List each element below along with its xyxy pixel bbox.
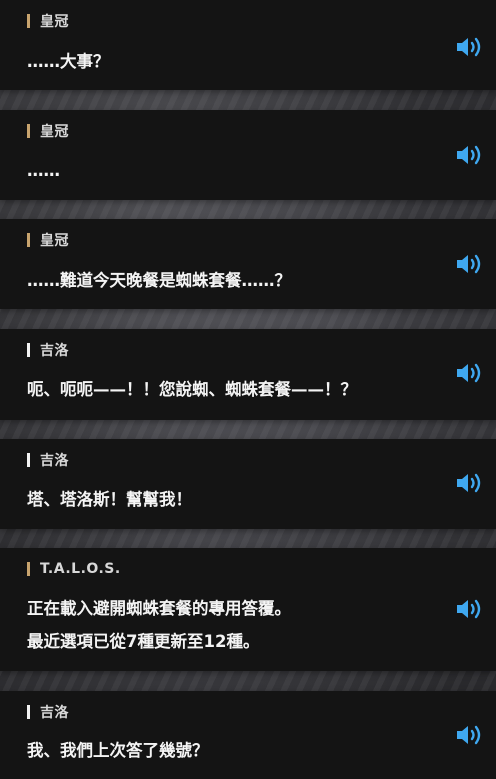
speaker-icon [457, 725, 481, 745]
speaker-name: 吉洛 [40, 705, 69, 721]
speaker-name: 吉洛 [40, 343, 69, 359]
speaker-accent-bar [27, 705, 30, 719]
dialogue-entry: 皇冠 ……難道今天晚餐是蜘蛛套餐……？ [0, 219, 496, 309]
speaker-name: 皇冠 [40, 233, 69, 249]
speaker-icon [457, 37, 481, 57]
speaker-accent-bar [27, 14, 30, 28]
dialogue-line: ……難道今天晚餐是蜘蛛套餐……？ [27, 271, 291, 290]
dialogue-entry: 皇冠 …… [0, 110, 496, 200]
speaker-accent-bar [27, 124, 30, 138]
dialogue-line: 最近選項已從7種更新至12種。 [27, 632, 260, 651]
speaker-icon [457, 473, 481, 493]
speaker-tag: 皇冠 [27, 121, 69, 141]
play-voice-button[interactable] [454, 360, 486, 386]
speaker-icon [457, 599, 481, 619]
speaker-icon [457, 363, 481, 383]
speaker-tag: 吉洛 [27, 702, 69, 722]
speaker-tag: 皇冠 [27, 230, 69, 250]
dialogue-entry: 吉洛 我、我們上次答了幾號？ [0, 691, 496, 779]
dialogue-line: …… [27, 161, 60, 180]
play-voice-button[interactable] [454, 251, 486, 277]
speaker-icon [457, 254, 481, 274]
speaker-accent-bar [27, 453, 30, 467]
speaker-tag: T.A.L.O.S. [27, 559, 121, 579]
speaker-tag: 皇冠 [27, 11, 69, 31]
speaker-name: T.A.L.O.S. [40, 561, 121, 577]
dialogue-line: 呃、呃呃——！！您說蜘、蜘蛛套餐——！？ [27, 380, 357, 399]
speaker-accent-bar [27, 233, 30, 247]
dialogue-entry: T.A.L.O.S. 正在載入避開蜘蛛套餐的專用答覆。 最近選項已從7種更新至1… [0, 548, 496, 671]
play-voice-button[interactable] [454, 470, 486, 496]
dialogue-entry: 皇冠 ……大事？ [0, 0, 496, 90]
speaker-name: 吉洛 [40, 453, 69, 469]
dialogue-line: 我、我們上次答了幾號？ [27, 741, 209, 760]
speaker-accent-bar [27, 562, 30, 576]
dialogue-line: 塔、塔洛斯！幫幫我！ [27, 490, 192, 509]
dialogue-entry: 吉洛 呃、呃呃——！！您說蜘、蜘蛛套餐——！？ [0, 329, 496, 420]
play-voice-button[interactable] [454, 722, 486, 748]
speaker-accent-bar [27, 343, 30, 357]
dialogue-line: 正在載入避開蜘蛛套餐的專用答覆。 [27, 599, 291, 618]
speaker-tag: 吉洛 [27, 450, 69, 470]
speaker-name: 皇冠 [40, 14, 69, 30]
play-voice-button[interactable] [454, 34, 486, 60]
speaker-icon [457, 145, 481, 165]
dialogue-entry: 吉洛 塔、塔洛斯！幫幫我！ [0, 439, 496, 529]
dialogue-line: ……大事？ [27, 52, 110, 71]
play-voice-button[interactable] [454, 596, 486, 622]
play-voice-button[interactable] [454, 142, 486, 168]
speaker-name: 皇冠 [40, 124, 69, 140]
speaker-tag: 吉洛 [27, 340, 69, 360]
